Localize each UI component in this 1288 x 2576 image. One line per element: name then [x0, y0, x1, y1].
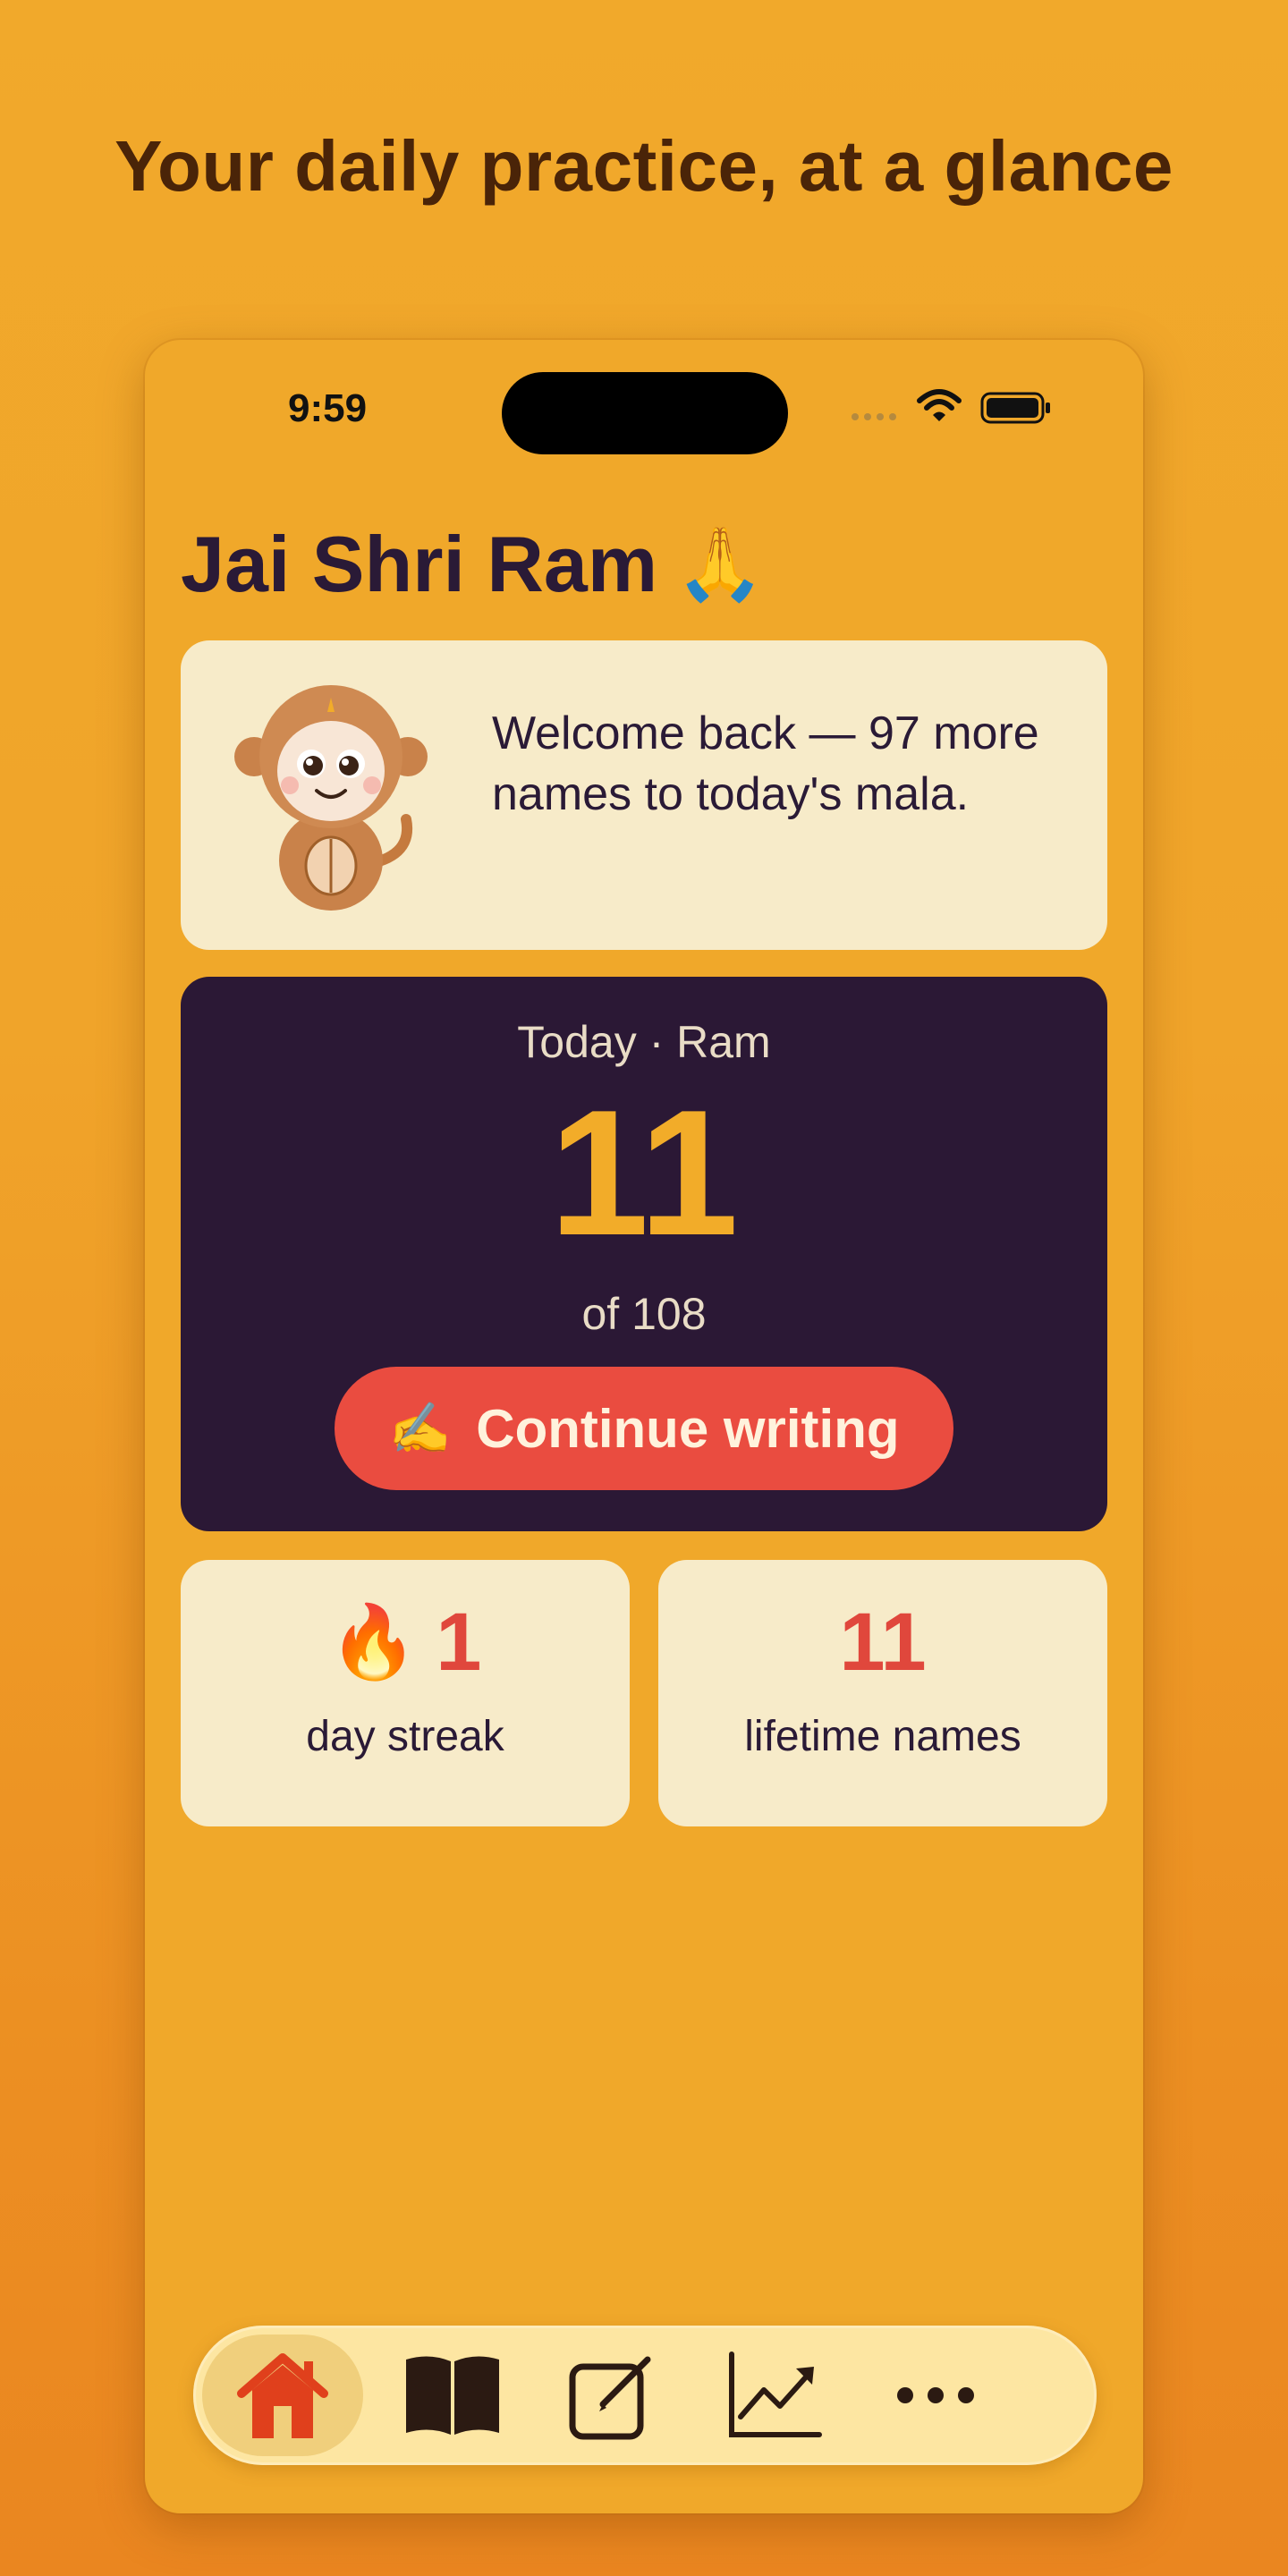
streak-value: 1 [436, 1597, 482, 1688]
today-label: Today · Ram [517, 1017, 771, 1067]
book-icon [406, 2356, 499, 2435]
greeting-title: Jai Shri Ram 🙏 [181, 519, 765, 610]
page-headline: Your daily practice, at a glance [114, 126, 1174, 206]
lifetime-value: 11 [839, 1597, 927, 1688]
today-count: 11 [549, 1073, 739, 1273]
continue-writing-button[interactable]: ✍️ Continue writing [335, 1367, 953, 1490]
status-time: 9:59 [288, 386, 368, 430]
fire-icon: 🔥 [328, 1602, 419, 1682]
writing-hand-icon: ✍️ [388, 1400, 452, 1456]
edit-icon [569, 2356, 651, 2440]
tab-home[interactable] [202, 2334, 363, 2456]
welcome-message: Welcome back — 97 more names to today's … [492, 708, 1039, 820]
status-bar: 9:59 [145, 340, 1143, 454]
tab-progress[interactable] [694, 2334, 855, 2456]
streak-card: 🔥 1 day streak [181, 1560, 630, 1826]
tab-read[interactable] [372, 2334, 533, 2456]
lifetime-label: lifetime names [744, 1713, 1021, 1760]
continue-writing-label: Continue writing [476, 1398, 900, 1459]
more-icon [897, 2387, 974, 2403]
tab-write[interactable] [533, 2334, 694, 2456]
praying-hands-icon: 🙏 [675, 524, 765, 604]
greeting-text: Jai Shri Ram [181, 520, 658, 608]
battery-icon [980, 392, 1050, 424]
wifi-icon [917, 389, 962, 421]
streak-label: day streak [306, 1713, 504, 1760]
chart-icon [729, 2351, 822, 2437]
cellular-signal-icon [852, 413, 896, 420]
today-goal: of 108 [581, 1289, 707, 1339]
tab-bar [193, 2326, 1097, 2465]
monkey-mascot-icon [234, 685, 428, 911]
tab-more[interactable] [855, 2334, 1016, 2456]
phone-screen: 9:59 Jai Shri Ram 🙏 Welcome back — 97 mo… [145, 340, 1143, 2513]
today-progress-card: Today · Ram 11 of 108 ✍️ Continue writin… [181, 977, 1107, 1531]
dynamic-island [502, 372, 788, 454]
welcome-card: Welcome back — 97 more names to today's … [181, 640, 1107, 950]
lifetime-card: 11 lifetime names [658, 1560, 1107, 1826]
home-icon [237, 2353, 328, 2438]
